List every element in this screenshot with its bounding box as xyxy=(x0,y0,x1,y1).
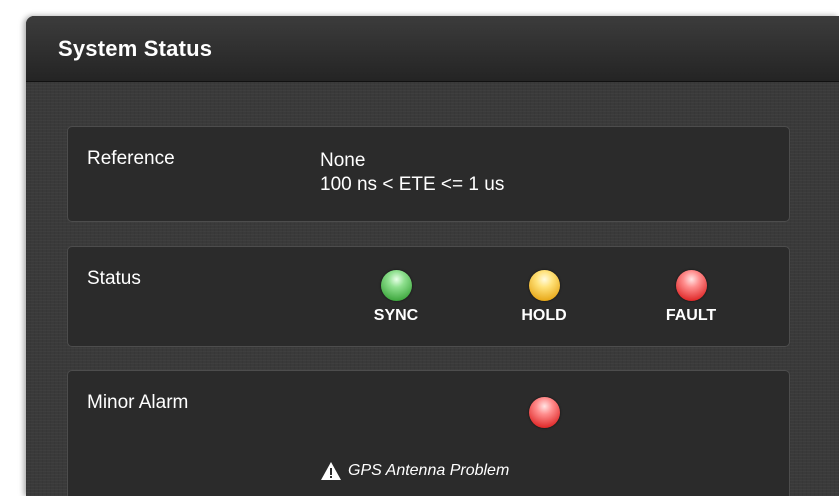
hold-label: HOLD xyxy=(521,307,567,324)
panel-title: System Status xyxy=(58,36,213,61)
minor-alarm-card: Minor Alarm GPS Antenna Problem xyxy=(67,370,790,496)
status-card: Status SYNC HOLD FAULT xyxy=(67,246,790,347)
fault-indicator: FAULT xyxy=(646,270,736,325)
reference-value-line2: 100 ns < ETE <= 1 us xyxy=(320,174,505,195)
sync-label: SYNC xyxy=(373,307,419,324)
panel-header: System Status xyxy=(26,16,839,82)
red-led-icon xyxy=(675,270,707,301)
green-led-icon xyxy=(380,270,412,301)
warning-icon xyxy=(320,461,342,481)
reference-card: Reference None 100 ns < ETE <= 1 us xyxy=(67,126,790,222)
minor-alarm-label: Minor Alarm xyxy=(87,392,189,413)
status-label: Status xyxy=(87,268,141,289)
yellow-led-icon xyxy=(528,270,560,301)
reference-value: None 100 ns < ETE <= 1 us xyxy=(320,149,504,197)
fault-label: FAULT xyxy=(665,307,717,324)
red-led-icon xyxy=(529,397,560,428)
alarm-message-text: GPS Antenna Problem xyxy=(348,462,510,479)
alarm-message: GPS Antenna Problem xyxy=(320,461,509,481)
sync-indicator: SYNC xyxy=(351,270,441,325)
hold-indicator: HOLD xyxy=(499,270,589,325)
reference-label: Reference xyxy=(87,148,175,169)
reference-value-line1: None xyxy=(320,150,366,171)
system-status-panel: System Status Reference None 100 ns < ET… xyxy=(26,16,839,496)
